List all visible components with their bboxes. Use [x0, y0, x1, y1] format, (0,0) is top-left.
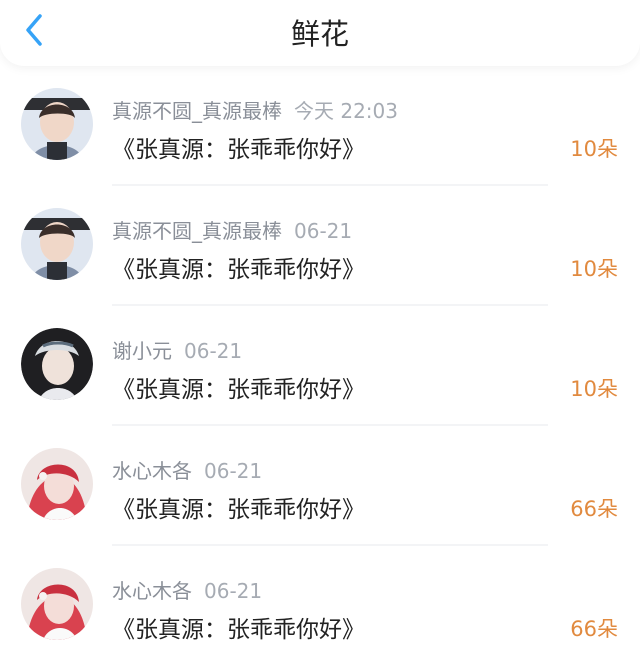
message-text: 《张真源：张乖乖你好》 — [112, 377, 365, 403]
message-text: 《张真源：张乖乖你好》 — [112, 257, 365, 283]
timestamp: 06-21 — [204, 459, 263, 483]
username: 水心木各 — [112, 459, 192, 483]
message-text: 《张真源：张乖乖你好》 — [112, 137, 365, 163]
avatar[interactable] — [21, 88, 93, 160]
timestamp: 06-21 — [294, 219, 353, 243]
list-item[interactable]: 水心木各 06-21 《张真源：张乖乖你好》 66朵 — [0, 426, 640, 546]
timestamp: 06-21 — [204, 579, 263, 603]
avatar[interactable] — [21, 448, 93, 520]
user-meta: 谢小元 06-21 — [112, 335, 242, 364]
message-text: 《张真源：张乖乖你好》 — [112, 617, 365, 643]
top-bar: 鲜花 — [0, 0, 640, 66]
timestamp: 06-21 — [184, 339, 243, 363]
user-meta: 水心木各 06-21 — [112, 575, 262, 604]
gift-list: 真源不圆_真源最棒 今天 22:03 《张真源：张乖乖你好》 10朵 真源不圆_真… — [0, 66, 640, 666]
username: 水心木各 — [112, 579, 192, 603]
user-meta: 水心木各 06-21 — [112, 455, 262, 484]
timestamp: 今天 22:03 — [294, 99, 398, 123]
username: 真源不圆_真源最棒 — [112, 99, 282, 123]
flower-count: 10朵 — [570, 137, 618, 161]
flowers-page: 鲜花 真源不圆_真源最棒 今天 22:03 《张真源：张乖乖你好》 10朵 真源… — [0, 0, 640, 672]
flower-count: 10朵 — [570, 377, 618, 401]
list-item[interactable]: 水心木各 06-21 《张真源：张乖乖你好》 66朵 — [0, 546, 640, 666]
list-item[interactable]: 谢小元 06-21 《张真源：张乖乖你好》 10朵 — [0, 306, 640, 426]
avatar[interactable] — [21, 328, 93, 400]
username: 谢小元 — [112, 339, 172, 363]
flower-count: 66朵 — [570, 497, 618, 521]
avatar[interactable] — [21, 568, 93, 640]
list-item[interactable]: 真源不圆_真源最棒 06-21 《张真源：张乖乖你好》 10朵 — [0, 186, 640, 306]
flower-count: 10朵 — [570, 257, 618, 281]
page-title: 鲜花 — [290, 17, 349, 51]
user-meta: 真源不圆_真源最棒 06-21 — [112, 215, 352, 244]
username: 真源不圆_真源最棒 — [112, 219, 282, 243]
user-meta: 真源不圆_真源最棒 今天 22:03 — [112, 95, 398, 124]
list-item[interactable]: 真源不圆_真源最棒 今天 22:03 《张真源：张乖乖你好》 10朵 — [0, 66, 640, 186]
flower-count: 66朵 — [570, 617, 618, 641]
avatar[interactable] — [21, 208, 93, 280]
message-text: 《张真源：张乖乖你好》 — [112, 497, 365, 523]
